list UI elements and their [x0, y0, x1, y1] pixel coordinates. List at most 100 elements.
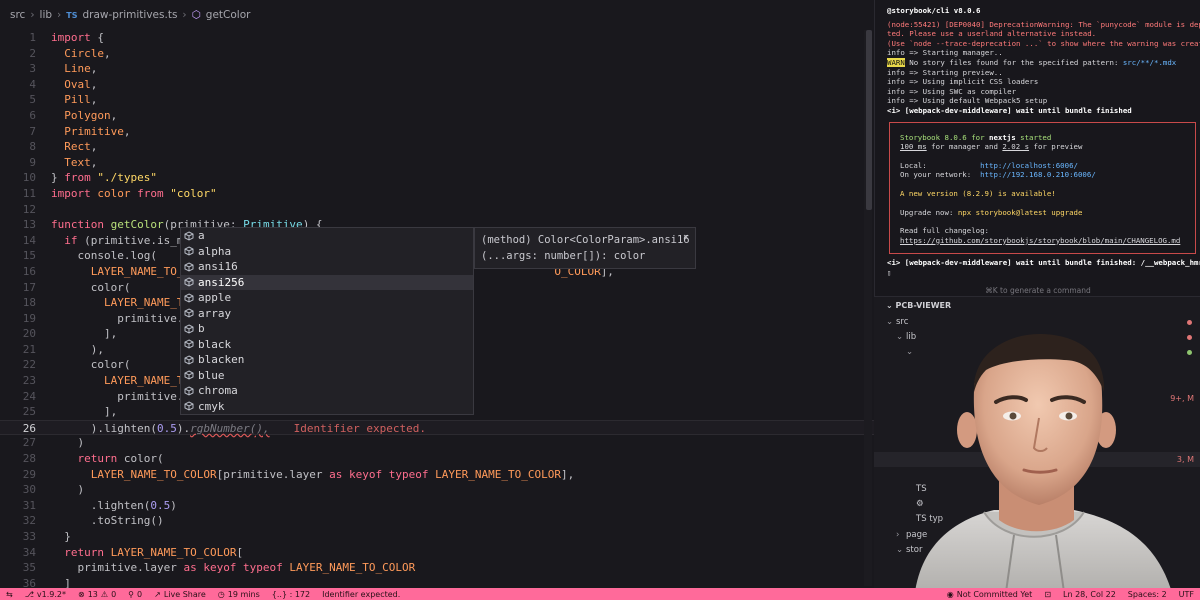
line-number[interactable]: 24 — [0, 389, 36, 405]
line-number[interactable]: 7 — [0, 124, 36, 140]
code-line[interactable]: 7 Primitive, — [0, 124, 874, 140]
code-text[interactable]: ).lighten(0.5).rgbNumber(), Identifier ex… — [51, 421, 874, 437]
line-number[interactable]: 22 — [0, 357, 36, 373]
code-text[interactable]: } — [51, 529, 874, 545]
suggestion-item[interactable]: chroma — [181, 383, 473, 399]
code-text[interactable]: ) — [51, 482, 874, 498]
line-number[interactable]: 27 — [0, 435, 36, 451]
code-line[interactable]: 1 import { — [0, 30, 874, 46]
code-line[interactable]: 30 ) — [0, 482, 874, 498]
bell-button[interactable]: ⊡ — [1038, 588, 1057, 600]
code-line[interactable]: 33 } — [0, 529, 874, 545]
line-number[interactable]: 19 — [0, 311, 36, 327]
encoding[interactable]: UTF — [1173, 588, 1200, 600]
code-text[interactable]: return LAYER_NAME_TO_COLOR[ — [51, 545, 874, 561]
breadcrumb-item-file[interactable]: draw-primitives.ts — [82, 9, 177, 21]
changelog-link[interactable]: https://github.com/storybookjs/storybook… — [900, 236, 1185, 246]
editor-scrollbar-thumb[interactable] — [866, 30, 872, 210]
code-text[interactable]: Oval, — [51, 77, 874, 93]
line-number[interactable]: 31 — [0, 498, 36, 514]
code-text[interactable]: Rect, — [51, 139, 874, 155]
line-number[interactable]: 13 — [0, 217, 36, 233]
line-number[interactable]: 25 — [0, 404, 36, 420]
suggestion-item[interactable]: ansi256 — [181, 274, 473, 290]
line-number[interactable]: 34 — [0, 545, 36, 561]
suggestion-item[interactable]: apple — [181, 290, 473, 306]
code-line-current[interactable]: 26 ).lighten(0.5).rgbNumber(), Identifier… — [0, 419, 874, 437]
editor-pane[interactable]: src › lib › TS draw-primitives.ts › ⬡ ge… — [0, 0, 874, 588]
code-text[interactable]: Primitive, — [51, 124, 874, 140]
code-text[interactable]: Line, — [51, 61, 874, 77]
time-tracker[interactable]: ◷ 19 mins — [212, 588, 266, 600]
local-url-link[interactable]: http://localhost:6006/ — [980, 161, 1078, 170]
code-text[interactable]: Polygon, — [51, 108, 874, 124]
code-text[interactable]: } from "./types" — [51, 170, 874, 186]
line-number[interactable]: 6 — [0, 108, 36, 124]
code-line[interactable]: 28 return color( — [0, 451, 874, 467]
autocomplete-suggest-widget[interactable]: a alpha ansi16 ansi256 apple array b black black… — [180, 227, 474, 415]
suggestion-item[interactable]: a — [181, 228, 473, 244]
line-number[interactable]: 18 — [0, 295, 36, 311]
close-icon[interactable]: × — [683, 232, 689, 243]
line-number[interactable]: 23 — [0, 373, 36, 389]
code-text[interactable]: .toString() — [51, 513, 874, 529]
breadcrumb-item-symbol[interactable]: getColor — [206, 9, 251, 21]
code-line[interactable]: 10 } from "./types" — [0, 170, 874, 186]
line-number[interactable]: 10 — [0, 170, 36, 186]
code-text[interactable]: LAYER_NAME_TO_COLOR[primitive.layer as k… — [51, 467, 874, 483]
cursor-position[interactable]: Ln 28, Col 22 — [1057, 588, 1122, 600]
generate-command-hint[interactable]: ⌘K to generate a command — [875, 286, 1200, 295]
code-line[interactable]: 3 Line, — [0, 61, 874, 77]
line-number[interactable]: 3 — [0, 61, 36, 77]
line-number[interactable]: 35 — [0, 560, 36, 576]
breadcrumb-item-lib[interactable]: lib — [40, 9, 53, 21]
code-line[interactable]: 27 ) — [0, 435, 874, 451]
line-number[interactable]: 2 — [0, 46, 36, 62]
terminal-panel[interactable]: @storybook/cli v8.0.6 (node:55421) [DEP0… — [874, 0, 1200, 296]
code-line[interactable]: 4 Oval, — [0, 77, 874, 93]
line-number[interactable]: 17 — [0, 280, 36, 296]
code-line[interactable]: 29 LAYER_NAME_TO_COLOR[primitive.layer a… — [0, 467, 874, 483]
ports-indicator[interactable]: ⚲ 0 — [122, 588, 148, 600]
suggestion-item[interactable]: ansi16 — [181, 259, 473, 275]
code-text[interactable]: Circle, — [51, 46, 874, 62]
line-number[interactable]: 32 — [0, 513, 36, 529]
code-line[interactable]: 2 Circle, — [0, 46, 874, 62]
code-text[interactable]: ) — [51, 435, 874, 451]
line-number[interactable]: 30 — [0, 482, 36, 498]
code-text[interactable]: Text, — [51, 155, 874, 171]
code-text[interactable]: import color from "color" — [51, 186, 874, 202]
line-number[interactable]: 33 — [0, 529, 36, 545]
suggestion-item[interactable]: blacken — [181, 352, 473, 368]
code-line[interactable]: 35 primitive.layer as keyof typeof LAYER… — [0, 560, 874, 576]
breadcrumb-item-src[interactable]: src — [10, 9, 25, 21]
live-share-button[interactable]: ↗ Live Share — [148, 588, 212, 600]
line-number[interactable]: 20 — [0, 326, 36, 342]
line-number[interactable]: 1 — [0, 30, 36, 46]
symbols-count[interactable]: {..} : 172 — [266, 588, 316, 600]
current-problem[interactable]: Identifier expected. — [316, 588, 406, 600]
code-line[interactable]: 5 Pill, — [0, 92, 874, 108]
line-number[interactable]: 11 — [0, 186, 36, 202]
suggestion-item[interactable]: black — [181, 337, 473, 353]
code-text[interactable]: primitive.layer as keyof typeof LAYER_NA… — [51, 560, 874, 576]
suggestion-item[interactable]: alpha — [181, 244, 473, 260]
line-number[interactable]: 21 — [0, 342, 36, 358]
git-blame[interactable]: ◉ Not Committed Yet — [941, 588, 1039, 600]
branch-version[interactable]: ⎇ v1.9.2* — [19, 588, 72, 600]
line-number[interactable]: 9 — [0, 155, 36, 171]
code-text[interactable]: import { — [51, 30, 874, 46]
line-number[interactable]: 36 — [0, 576, 36, 588]
network-url-link[interactable]: http://192.168.0.210:6006/ — [980, 170, 1096, 179]
suggestion-item[interactable]: b — [181, 321, 473, 337]
code-text[interactable]: return color( — [51, 451, 874, 467]
line-number[interactable]: 4 — [0, 77, 36, 93]
code-line[interactable]: 36 ] — [0, 576, 874, 588]
line-number[interactable]: 29 — [0, 467, 36, 483]
line-number[interactable]: 14 — [0, 233, 36, 249]
code-line[interactable]: 11 import color from "color" — [0, 186, 874, 202]
code-text[interactable]: ] — [51, 576, 874, 588]
code-line[interactable]: 9 Text, — [0, 155, 874, 171]
code-text[interactable]: Pill, — [51, 92, 874, 108]
code-line[interactable]: 31 .lighten(0.5) — [0, 498, 874, 514]
